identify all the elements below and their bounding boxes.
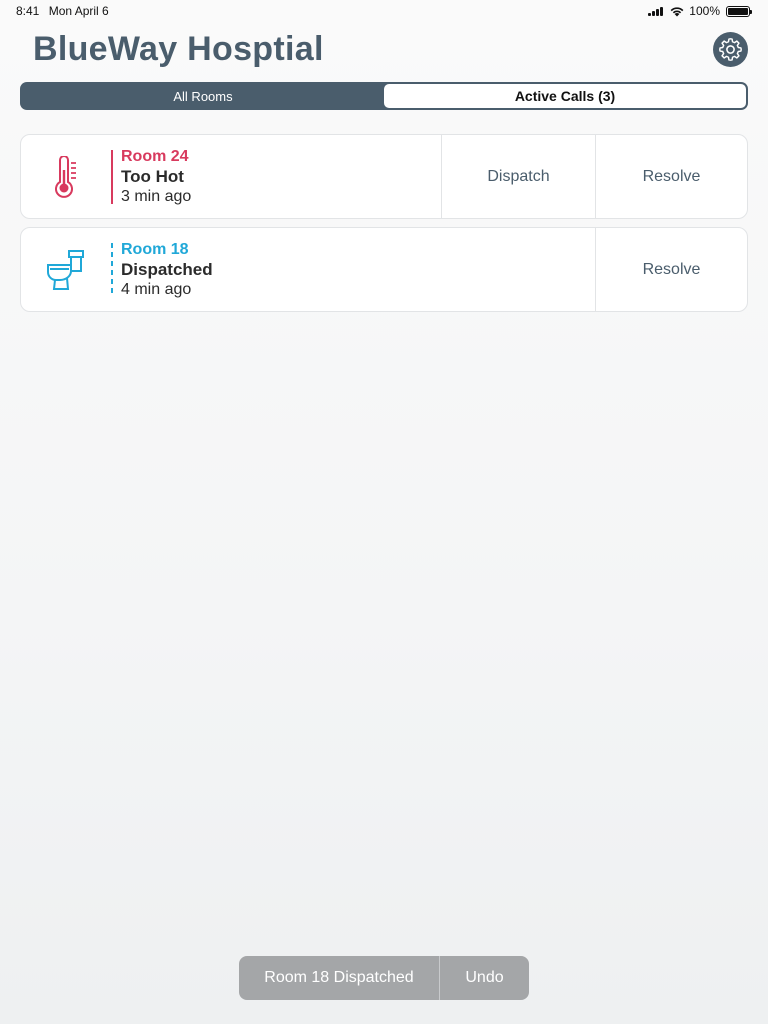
battery-icon (726, 5, 752, 17)
undo-button[interactable]: Undo (439, 956, 529, 1000)
active-calls-list: Room 24 Too Hot 3 min ago Dispatch Resol… (20, 134, 748, 320)
thermometer-icon (55, 155, 76, 198)
dispatched-divider (111, 242, 113, 297)
resolve-button[interactable]: Resolve (595, 135, 747, 218)
tab-active-calls[interactable]: Active Calls (3) (384, 84, 746, 108)
undo-toast: Room 18 Dispatched Undo (239, 956, 529, 1000)
call-info: Room 18 Dispatched 4 min ago (21, 228, 595, 311)
call-info: Room 24 Too Hot 3 min ago (21, 135, 441, 218)
alert-divider (111, 149, 113, 204)
room-label: Room 24 (121, 147, 189, 165)
cellular-signal-icon (648, 6, 664, 16)
toast-message: Room 18 Dispatched (264, 969, 414, 986)
wifi-icon (670, 7, 684, 17)
call-time: 3 min ago (121, 187, 192, 205)
toilet-icon (47, 249, 84, 290)
status-time: 8:41 (16, 4, 40, 18)
call-status: Dispatched (121, 259, 213, 279)
room-filter-tabs: All Rooms Active Calls (3) (20, 82, 748, 110)
status-bar: 8:41 Mon April 6 100% (0, 0, 768, 24)
resolve-button[interactable]: Resolve (595, 228, 747, 311)
gear-icon (719, 38, 742, 61)
room-label: Room 18 (121, 240, 189, 258)
status-indicators: 100% (648, 4, 752, 18)
tab-all-rooms[interactable]: All Rooms (22, 84, 384, 108)
status-time-date: 8:41 Mon April 6 (16, 4, 109, 18)
call-card-room-18[interactable]: Room 18 Dispatched 4 min ago Resolve (20, 227, 748, 312)
call-card-room-24[interactable]: Room 24 Too Hot 3 min ago Dispatch Resol… (20, 134, 748, 219)
status-date: Mon April 6 (48, 4, 109, 18)
dispatch-button[interactable]: Dispatch (441, 135, 595, 218)
call-time: 4 min ago (121, 280, 192, 298)
call-status: Too Hot (121, 166, 184, 186)
battery-percent: 100% (689, 4, 720, 18)
page-title: BlueWay Hosptial (33, 30, 324, 68)
settings-button[interactable] (713, 32, 748, 67)
